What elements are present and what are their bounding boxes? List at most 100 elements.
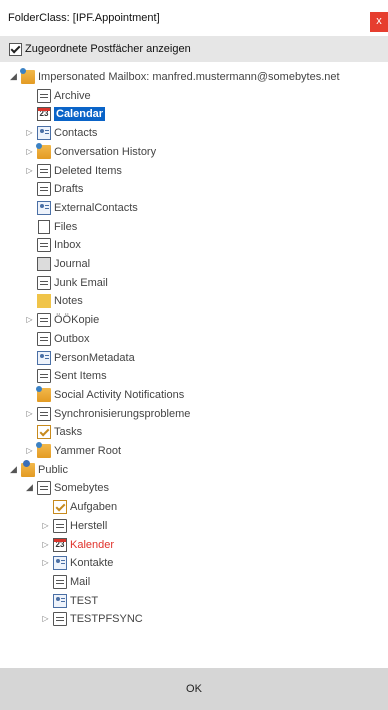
- file-icon: [38, 219, 50, 234]
- tree-item-deleted-items[interactable]: ▷ Deleted Items: [24, 161, 122, 180]
- tree-item-conversation-history[interactable]: ▷ Conversation History: [24, 142, 156, 161]
- tree-item-kontakte[interactable]: ▷ Kontakte: [40, 553, 113, 572]
- tree-item-label: Kalender: [70, 538, 115, 551]
- tree-item-test[interactable]: TEST: [40, 591, 98, 610]
- expand-arrow-icon[interactable]: ▷: [40, 520, 51, 531]
- expand-arrow-icon[interactable]: ▷: [40, 539, 51, 550]
- contact-icon: [37, 200, 51, 215]
- expand-arrow-icon[interactable]: ▷: [24, 314, 35, 325]
- window-title: FolderClass: [IPF.Appointment]: [8, 12, 160, 24]
- tree-item-label: Conversation History: [54, 145, 157, 158]
- expand-arrow-icon[interactable]: ▷: [40, 613, 51, 624]
- folder-icon: [37, 88, 51, 103]
- tree-item-label: Notes: [54, 294, 83, 307]
- collapse-arrow-icon[interactable]: ◢: [8, 71, 19, 82]
- show-mailboxes-label[interactable]: Zugeordnete Postfächer anzeigen: [25, 43, 191, 55]
- tree-item-herstell[interactable]: ▷ Herstell: [40, 516, 107, 535]
- folder-icon: [37, 312, 51, 327]
- calendar-icon: 23: [37, 106, 51, 121]
- ok-button[interactable]: OK: [0, 668, 388, 710]
- tree-item-public[interactable]: ◢ Public: [8, 459, 68, 479]
- tree-item-oekopie[interactable]: ▷ ÖÖKopie: [24, 310, 99, 329]
- collapse-arrow-icon[interactable]: ◢: [8, 464, 19, 475]
- folder-icon: [53, 574, 67, 589]
- tree-item-somebytes[interactable]: ◢ Somebytes: [24, 478, 109, 497]
- contact-icon: [53, 555, 67, 570]
- expand-arrow-icon[interactable]: ▷: [24, 127, 35, 138]
- tree-item-label: Public: [38, 463, 68, 476]
- contact-icon: [37, 125, 51, 140]
- tree-item-junk-email[interactable]: Junk Email: [24, 273, 108, 292]
- expand-arrow-icon[interactable]: ▷: [24, 146, 35, 157]
- expand-arrow-icon[interactable]: ▷: [40, 557, 51, 568]
- tree-item-inbox[interactable]: Inbox: [24, 235, 81, 254]
- tree-item-label: Outbox: [54, 332, 90, 345]
- tree-item-label: Mail: [70, 575, 91, 588]
- folder-icon: [37, 163, 51, 178]
- folder-icon: [37, 368, 51, 383]
- tree-item-mail[interactable]: Mail: [40, 572, 90, 591]
- tree-item-files[interactable]: Files: [24, 217, 77, 236]
- tree-item-calendar[interactable]: 23 Calendar: [24, 104, 106, 123]
- show-mailboxes-checkbox[interactable]: [9, 43, 22, 56]
- tasks-icon: [37, 424, 51, 439]
- tree-item-personmetadata[interactable]: PersonMetadata: [24, 348, 135, 367]
- collapse-arrow-icon[interactable]: ◢: [24, 482, 35, 493]
- tree-item-label: ÖÖKopie: [54, 313, 100, 326]
- journal-icon: [37, 256, 51, 271]
- title-bar: FolderClass: [IPF.Appointment] x: [0, 0, 388, 36]
- tree-item-outbox[interactable]: Outbox: [24, 329, 89, 348]
- expand-arrow-icon[interactable]: ▷: [24, 445, 35, 456]
- folder-icon: [37, 275, 51, 290]
- tree-item-label: Archive: [54, 89, 91, 102]
- tree-item-social-activity[interactable]: Social Activity Notifications: [24, 385, 184, 404]
- folder-icon: [53, 518, 67, 533]
- tree-item-journal[interactable]: Journal: [24, 254, 90, 273]
- tree-item-tasks[interactable]: Tasks: [24, 422, 82, 441]
- tree-item-label: TEST: [70, 594, 99, 607]
- footer-bar: OK: [0, 668, 388, 710]
- tree-item-drafts[interactable]: Drafts: [24, 179, 83, 198]
- tree-item-label: Drafts: [54, 182, 84, 195]
- tree-item-aufgaben[interactable]: Aufgaben: [40, 497, 117, 516]
- tree-item-archive[interactable]: Archive: [24, 86, 91, 105]
- notes-icon: [37, 293, 51, 308]
- tree-item-label: Deleted Items: [54, 164, 122, 177]
- expand-arrow-icon[interactable]: ▷: [24, 408, 35, 419]
- tree-item-yammer-root[interactable]: ▷ Yammer Root: [24, 441, 121, 460]
- tree-item-label: Tasks: [54, 425, 83, 438]
- tree-item-label: Journal: [54, 257, 91, 270]
- tree-item-label: Calendar: [54, 106, 106, 121]
- tree-item-mailbox[interactable]: ◢ Impersonated Mailbox: manfred.musterman…: [8, 67, 340, 86]
- folder-icon: [37, 406, 51, 421]
- tree-item-label: Aufgaben: [70, 500, 118, 513]
- tree-item-label: ExternalContacts: [54, 201, 138, 214]
- tree-item-label: Contacts: [54, 126, 98, 139]
- tree-item-contacts[interactable]: ▷ Contacts: [24, 123, 97, 142]
- tree-item-label: Impersonated Mailbox: manfred.mustermann…: [38, 70, 340, 83]
- tree-item-sent-items[interactable]: Sent Items: [24, 366, 107, 385]
- tree-item-label: PersonMetadata: [54, 351, 135, 364]
- tree-item-kalender[interactable]: ▷ 23 Kalender: [40, 535, 114, 554]
- mailbox-icon: [36, 385, 51, 402]
- calendar-icon: 23: [53, 537, 67, 552]
- tree-item-label: Herstell: [70, 519, 108, 532]
- tree-item-testpfsync[interactable]: ▷ TESTPFSYNC: [40, 609, 143, 628]
- tree-item-label: Yammer Root: [54, 444, 122, 457]
- expand-arrow-icon[interactable]: ▷: [24, 165, 35, 176]
- tree-item-notes[interactable]: Notes: [24, 291, 83, 310]
- tree-item-sync-problems[interactable]: ▷ Synchronisierungsprobleme: [24, 404, 190, 423]
- folder-tree: ◢ Impersonated Mailbox: manfred.musterman…: [8, 67, 388, 667]
- tree-item-label: Sent Items: [54, 369, 107, 382]
- close-button[interactable]: x: [370, 12, 388, 32]
- tree-item-label: Inbox: [54, 238, 81, 251]
- tree-item-externalcontacts[interactable]: ExternalContacts: [24, 198, 138, 217]
